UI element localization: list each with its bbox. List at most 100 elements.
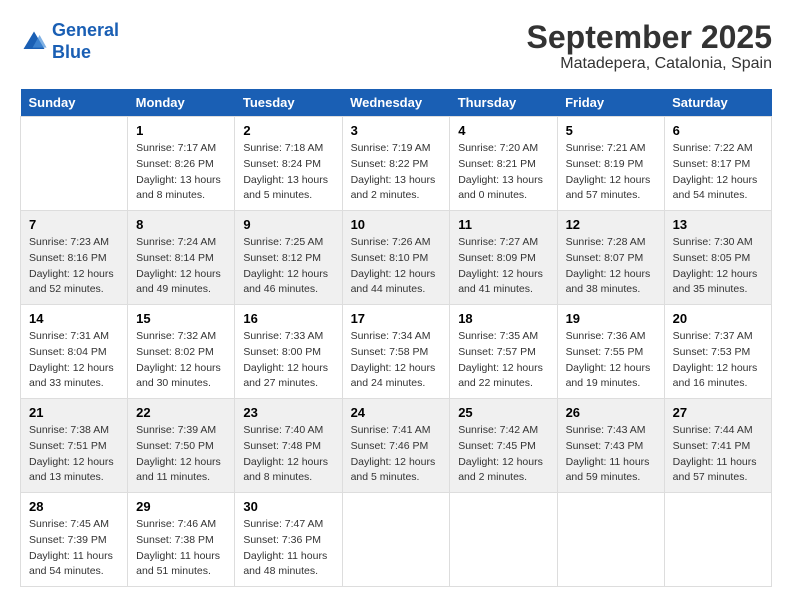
- day-number: 19: [566, 311, 656, 326]
- day-number: 28: [29, 499, 119, 514]
- calendar-cell: 4 Sunrise: 7:20 AMSunset: 8:21 PMDaylight…: [450, 117, 557, 211]
- weekday-header-sunday: Sunday: [21, 89, 128, 117]
- day-number: 16: [243, 311, 333, 326]
- weekday-header-thursday: Thursday: [450, 89, 557, 117]
- calendar-cell: 26 Sunrise: 7:43 AMSunset: 7:43 PMDayligh…: [557, 399, 664, 493]
- calendar-cell: [21, 117, 128, 211]
- calendar-cell: 28 Sunrise: 7:45 AMSunset: 7:39 PMDayligh…: [21, 493, 128, 587]
- calendar-cell: 17Sunrise: 7:34 AMSunset: 7:58 PMDayligh…: [342, 305, 450, 399]
- weekday-header-saturday: Saturday: [664, 89, 771, 117]
- logo-icon: [20, 28, 48, 56]
- calendar-cell: 22 Sunrise: 7:39 AMSunset: 7:50 PMDayligh…: [128, 399, 235, 493]
- day-number: 8: [136, 217, 226, 232]
- title-block: September 2025 Matadepera, Catalonia, Sp…: [527, 20, 772, 73]
- day-number: 25: [458, 405, 548, 420]
- weekday-header-wednesday: Wednesday: [342, 89, 450, 117]
- day-info: Sunrise: 7:45 AMSunset: 7:39 PMDaylight:…: [29, 517, 119, 580]
- calendar-table: SundayMondayTuesdayWednesdayThursdayFrid…: [20, 89, 772, 587]
- calendar-cell: 14Sunrise: 7:31 AMSunset: 8:04 PMDayligh…: [21, 305, 128, 399]
- day-info: Sunrise: 7:36 AMSunset: 7:55 PMDaylight:…: [566, 329, 656, 392]
- weekday-header-tuesday: Tuesday: [235, 89, 342, 117]
- day-info: Sunrise: 7:39 AMSunset: 7:50 PMDaylight:…: [136, 423, 226, 486]
- calendar-cell: 30 Sunrise: 7:47 AMSunset: 7:36 PMDayligh…: [235, 493, 342, 587]
- day-number: 2: [243, 123, 333, 138]
- calendar-cell: 20 Sunrise: 7:37 AMSunset: 7:53 PMDayligh…: [664, 305, 771, 399]
- calendar-cell: 7Sunrise: 7:23 AMSunset: 8:16 PMDaylight…: [21, 211, 128, 305]
- day-info: Sunrise: 7:43 AMSunset: 7:43 PMDaylight:…: [566, 423, 656, 486]
- day-info: Sunrise: 7:38 AMSunset: 7:51 PMDaylight:…: [29, 423, 119, 486]
- week-row-2: 7Sunrise: 7:23 AMSunset: 8:16 PMDaylight…: [21, 211, 772, 305]
- calendar-cell: 24 Sunrise: 7:41 AMSunset: 7:46 PMDayligh…: [342, 399, 450, 493]
- calendar-cell: 11 Sunrise: 7:27 AMSunset: 8:09 PMDayligh…: [450, 211, 557, 305]
- calendar-cell: 21 Sunrise: 7:38 AMSunset: 7:51 PMDayligh…: [21, 399, 128, 493]
- calendar-cell: 3 Sunrise: 7:19 AMSunset: 8:22 PMDaylight…: [342, 117, 450, 211]
- calendar-cell: 29Sunrise: 7:46 AMSunset: 7:38 PMDayligh…: [128, 493, 235, 587]
- day-number: 21: [29, 405, 119, 420]
- calendar-cell: 13 Sunrise: 7:30 AMSunset: 8:05 PMDayligh…: [664, 211, 771, 305]
- day-info: Sunrise: 7:19 AMSunset: 8:22 PMDaylight:…: [351, 141, 442, 204]
- day-info: Sunrise: 7:17 AMSunset: 8:26 PMDaylight:…: [136, 141, 226, 204]
- day-number: 18: [458, 311, 548, 326]
- weekday-header-friday: Friday: [557, 89, 664, 117]
- logo: General Blue: [20, 20, 119, 63]
- day-number: 24: [351, 405, 442, 420]
- calendar-cell: 5Sunrise: 7:21 AMSunset: 8:19 PMDaylight…: [557, 117, 664, 211]
- day-number: 1: [136, 123, 226, 138]
- month-title: September 2025: [527, 20, 772, 55]
- calendar-cell: 9 Sunrise: 7:25 AMSunset: 8:12 PMDaylight…: [235, 211, 342, 305]
- day-number: 30: [243, 499, 333, 514]
- day-number: 12: [566, 217, 656, 232]
- day-number: 4: [458, 123, 548, 138]
- day-info: Sunrise: 7:42 AMSunset: 7:45 PMDaylight:…: [458, 423, 548, 486]
- day-number: 20: [673, 311, 763, 326]
- day-number: 27: [673, 405, 763, 420]
- calendar-cell: [450, 493, 557, 587]
- day-info: Sunrise: 7:25 AMSunset: 8:12 PMDaylight:…: [243, 235, 333, 298]
- day-number: 13: [673, 217, 763, 232]
- header: General Blue September 2025 Matadepera, …: [20, 20, 772, 73]
- day-number: 22: [136, 405, 226, 420]
- day-number: 5: [566, 123, 656, 138]
- calendar-cell: 1 Sunrise: 7:17 AMSunset: 8:26 PMDaylight…: [128, 117, 235, 211]
- day-info: Sunrise: 7:40 AMSunset: 7:48 PMDaylight:…: [243, 423, 333, 486]
- day-info: Sunrise: 7:44 AMSunset: 7:41 PMDaylight:…: [673, 423, 763, 486]
- day-number: 15: [136, 311, 226, 326]
- calendar-cell: 16Sunrise: 7:33 AMSunset: 8:00 PMDayligh…: [235, 305, 342, 399]
- day-info: Sunrise: 7:23 AMSunset: 8:16 PMDaylight:…: [29, 235, 119, 298]
- day-info: Sunrise: 7:26 AMSunset: 8:10 PMDaylight:…: [351, 235, 442, 298]
- day-info: Sunrise: 7:37 AMSunset: 7:53 PMDaylight:…: [673, 329, 763, 392]
- day-info: Sunrise: 7:47 AMSunset: 7:36 PMDaylight:…: [243, 517, 333, 580]
- day-number: 10: [351, 217, 442, 232]
- calendar-cell: [342, 493, 450, 587]
- calendar-cell: 25 Sunrise: 7:42 AMSunset: 7:45 PMDayligh…: [450, 399, 557, 493]
- day-info: Sunrise: 7:18 AMSunset: 8:24 PMDaylight:…: [243, 141, 333, 204]
- day-info: Sunrise: 7:28 AMSunset: 8:07 PMDaylight:…: [566, 235, 656, 298]
- day-info: Sunrise: 7:35 AMSunset: 7:57 PMDaylight:…: [458, 329, 548, 392]
- day-info: Sunrise: 7:20 AMSunset: 8:21 PMDaylight:…: [458, 141, 548, 204]
- calendar-cell: 23 Sunrise: 7:40 AMSunset: 7:48 PMDayligh…: [235, 399, 342, 493]
- calendar-cell: 8 Sunrise: 7:24 AMSunset: 8:14 PMDaylight…: [128, 211, 235, 305]
- day-info: Sunrise: 7:32 AMSunset: 8:02 PMDaylight:…: [136, 329, 226, 392]
- day-info: Sunrise: 7:30 AMSunset: 8:05 PMDaylight:…: [673, 235, 763, 298]
- day-info: Sunrise: 7:24 AMSunset: 8:14 PMDaylight:…: [136, 235, 226, 298]
- week-row-5: 28 Sunrise: 7:45 AMSunset: 7:39 PMDayligh…: [21, 493, 772, 587]
- day-info: Sunrise: 7:22 AMSunset: 8:17 PMDaylight:…: [673, 141, 763, 204]
- calendar-cell: [664, 493, 771, 587]
- day-number: 3: [351, 123, 442, 138]
- day-number: 26: [566, 405, 656, 420]
- day-info: Sunrise: 7:27 AMSunset: 8:09 PMDaylight:…: [458, 235, 548, 298]
- day-info: Sunrise: 7:41 AMSunset: 7:46 PMDaylight:…: [351, 423, 442, 486]
- calendar-cell: 12 Sunrise: 7:28 AMSunset: 8:07 PMDayligh…: [557, 211, 664, 305]
- day-number: 23: [243, 405, 333, 420]
- calendar-cell: 15 Sunrise: 7:32 AMSunset: 8:02 PMDayligh…: [128, 305, 235, 399]
- logo-text: General Blue: [52, 20, 119, 63]
- week-row-3: 14Sunrise: 7:31 AMSunset: 8:04 PMDayligh…: [21, 305, 772, 399]
- week-row-1: 1 Sunrise: 7:17 AMSunset: 8:26 PMDaylight…: [21, 117, 772, 211]
- calendar-cell: 18 Sunrise: 7:35 AMSunset: 7:57 PMDayligh…: [450, 305, 557, 399]
- day-number: 6: [673, 123, 763, 138]
- day-number: 9: [243, 217, 333, 232]
- day-number: 11: [458, 217, 548, 232]
- day-info: Sunrise: 7:46 AMSunset: 7:38 PMDaylight:…: [136, 517, 226, 580]
- calendar-cell: 27 Sunrise: 7:44 AMSunset: 7:41 PMDayligh…: [664, 399, 771, 493]
- calendar-cell: 10 Sunrise: 7:26 AMSunset: 8:10 PMDayligh…: [342, 211, 450, 305]
